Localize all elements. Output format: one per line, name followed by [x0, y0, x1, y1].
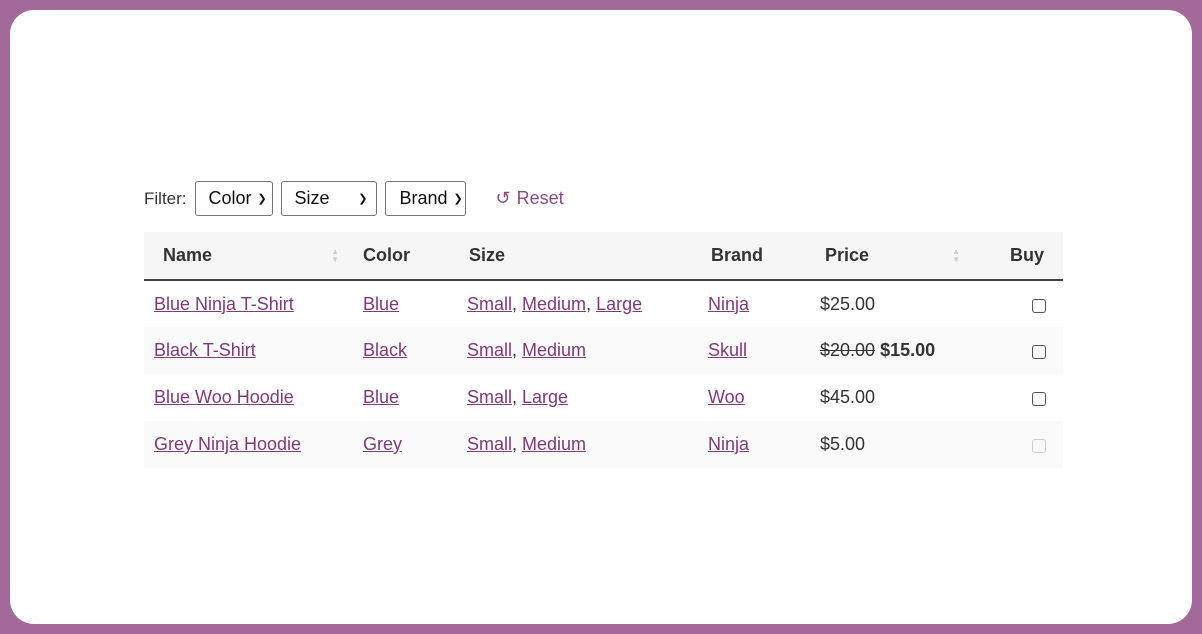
table-row: Black T-Shirt Black Small, Medium Skull … — [144, 327, 1063, 374]
old-price: $20.00 — [820, 340, 876, 360]
size-link[interactable]: Medium — [522, 340, 586, 360]
header-name[interactable]: Name ▲ ▼ — [144, 232, 353, 281]
chevron-down-icon: ❯ — [257, 193, 267, 205]
table-row: Blue Woo Hoodie Blue Small, Large Woo $4… — [144, 374, 1063, 421]
size-link[interactable]: Large — [522, 387, 568, 407]
name-cell: Black T-Shirt — [144, 327, 353, 374]
price-cell: $45.00 — [810, 374, 974, 421]
buy-cell — [974, 327, 1063, 374]
size-filter-select[interactable]: Size ❯ — [280, 181, 377, 216]
brand-cell: Ninja — [698, 280, 810, 327]
size-link[interactable]: Small — [467, 340, 512, 360]
brand-link[interactable]: Ninja — [708, 434, 749, 454]
size-cell: Small, Medium, Large — [467, 293, 643, 314]
reset-label: Reset — [516, 188, 564, 208]
color-link[interactable]: Blue — [363, 387, 399, 407]
chevron-down-icon: ❯ — [453, 193, 463, 205]
price: $5.00 — [820, 434, 866, 454]
reset-button[interactable]: ↺ Reset — [496, 188, 564, 209]
color-select-value: Color — [208, 188, 252, 208]
size-link[interactable]: Small — [467, 434, 512, 454]
brand-select-value: Brand — [399, 188, 448, 208]
table-header-row: Name ▲ ▼ Color Size Brand Price ▲ ▼ Buy — [144, 232, 1063, 281]
color-cell: Grey — [353, 421, 457, 468]
size-cell: Small, Medium — [457, 327, 698, 374]
size-link[interactable]: Medium — [522, 434, 586, 454]
sale-price: $15.00 — [880, 340, 936, 360]
color-cell: Blue — [353, 374, 457, 421]
buy-checkbox[interactable] — [1032, 392, 1046, 406]
price-cell: $5.00 — [810, 421, 974, 468]
filter-bar: Filter: Color ❯ Size ❯ Brand ❯ ↺ Reset — [144, 181, 564, 216]
buy-checkbox[interactable] — [1032, 298, 1046, 313]
price-cell: $25.00 — [810, 280, 974, 327]
price: $25.00 — [820, 293, 876, 314]
buy-cell — [974, 421, 1063, 468]
size-cell: Small, Medium — [457, 421, 698, 468]
color-link[interactable]: Black — [363, 340, 407, 360]
product-link[interactable]: Grey Ninja Hoodie — [154, 434, 301, 454]
brand-link[interactable]: Skull — [708, 340, 747, 360]
name-cell: Grey Ninja Hoodie — [144, 421, 353, 468]
buy-cell — [974, 280, 1063, 327]
product-link[interactable]: Black T-Shirt — [154, 340, 256, 360]
table-row: Blue Ninja T-Shirt Blue Small, Medium, L… — [144, 280, 1063, 327]
header-price[interactable]: Price ▲ ▼ — [810, 232, 974, 281]
size-link[interactable]: Medium — [522, 294, 586, 314]
buy-cell — [974, 374, 1063, 421]
name-cell: Blue Woo Hoodie — [144, 374, 353, 421]
header-size: Size — [457, 232, 698, 281]
brand-cell: Woo — [698, 374, 810, 421]
brand-cell: Ninja — [698, 421, 810, 468]
header-color: Color — [353, 232, 457, 281]
header-buy: Buy — [974, 232, 1063, 281]
sort-icon[interactable]: ▲ ▼ — [331, 248, 339, 264]
header-brand: Brand — [698, 232, 810, 281]
table-row: Grey Ninja Hoodie Grey Small, Medium Nin… — [144, 421, 1063, 468]
color-link[interactable]: Grey — [363, 434, 402, 454]
size-cell: Small, Large — [467, 387, 569, 407]
price: $45.00 — [820, 387, 876, 407]
buy-checkbox[interactable] — [1032, 345, 1046, 359]
size-select-value: Size — [294, 188, 330, 208]
size-link[interactable]: Large — [596, 294, 642, 314]
undo-icon: ↺ — [495, 188, 511, 208]
products-table: Name ▲ ▼ Color Size Brand Price ▲ ▼ Buy Blue… — [144, 232, 1063, 468]
brand-filter-select[interactable]: Brand ❯ — [384, 181, 466, 216]
chevron-down-icon: ❯ — [358, 193, 368, 205]
product-link[interactable]: Blue Ninja T-Shirt — [154, 294, 294, 314]
price-cell: $20.00 $15.00 — [810, 327, 974, 374]
size-link[interactable]: Small — [467, 387, 512, 407]
color-link[interactable]: Blue — [363, 294, 399, 314]
color-cell: Black — [353, 327, 457, 374]
product-link[interactable]: Blue Woo Hoodie — [154, 387, 294, 407]
sort-icon[interactable]: ▲ ▼ — [952, 248, 960, 264]
size-link[interactable]: Small — [467, 294, 512, 314]
brand-link[interactable]: Ninja — [708, 294, 749, 314]
brand-link[interactable]: Woo — [708, 387, 745, 407]
filter-label: Filter: — [144, 188, 187, 208]
color-filter-select[interactable]: Color ❯ — [194, 181, 273, 216]
name-cell: Blue Ninja T-Shirt — [144, 280, 353, 327]
brand-cell: Skull — [698, 327, 810, 374]
buy-checkbox — [1032, 439, 1046, 453]
color-cell: Blue — [353, 280, 457, 327]
